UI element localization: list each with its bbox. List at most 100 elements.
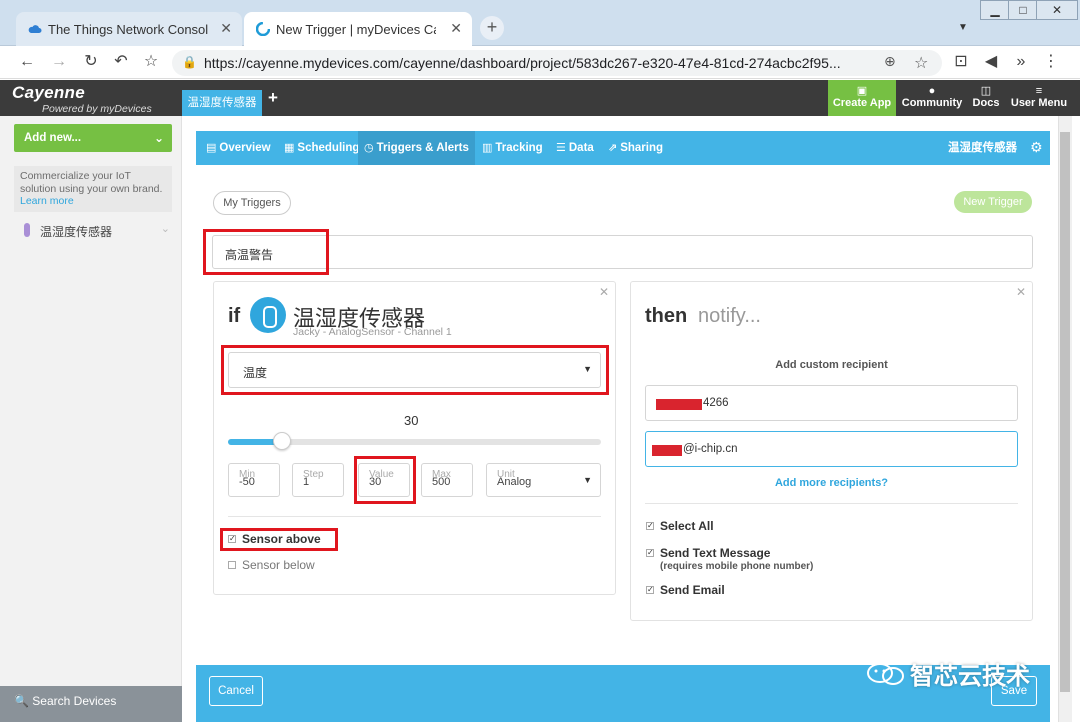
recipient-email-input[interactable]: @i-chip.cn bbox=[645, 431, 1018, 467]
zoom-icon[interactable]: ⊕ bbox=[884, 53, 896, 70]
tab-search-icon[interactable]: ▼ bbox=[958, 22, 968, 33]
tab-overview[interactable]: ▤ Overview bbox=[200, 131, 277, 165]
star-icon[interactable]: ☆ bbox=[914, 53, 928, 73]
reload-icon[interactable]: ↻ bbox=[80, 52, 102, 74]
cloud-icon bbox=[28, 25, 42, 33]
tab-scheduling[interactable]: ▦ Scheduling bbox=[278, 131, 365, 165]
maximize-button[interactable]: □ bbox=[1008, 0, 1038, 20]
select-all-label: Select All bbox=[660, 519, 714, 533]
logo-subtitle: Powered by myDevices bbox=[42, 103, 152, 115]
min-field[interactable]: Min -50 bbox=[228, 463, 280, 497]
slider-handle[interactable] bbox=[273, 432, 291, 450]
add-more-recipients-link[interactable]: Add more recipients? bbox=[645, 477, 1018, 489]
trigger-name-input[interactable]: 高温警告 bbox=[212, 235, 1033, 269]
calendar-icon: ▦ bbox=[284, 142, 295, 154]
lock-icon: 🔒 bbox=[182, 55, 197, 69]
scrollbar-thumb[interactable] bbox=[1060, 132, 1070, 692]
minimize-button[interactable]: ▁ bbox=[980, 0, 1010, 20]
gear-icon[interactable]: ⚙ bbox=[1030, 139, 1043, 156]
url-text: https://cayenne.mydevices.com/cayenne/da… bbox=[204, 55, 841, 71]
cayenne-logo[interactable]: Cayenne Powered by myDevices bbox=[12, 83, 152, 115]
tab-label: Data bbox=[568, 142, 594, 154]
tab-data[interactable]: ☰ Data bbox=[550, 131, 600, 165]
recipient-phone-input[interactable]: 4266 bbox=[645, 385, 1018, 421]
bookmark-star-icon[interactable]: ☆ bbox=[140, 52, 162, 74]
crop-extension-icon[interactable]: ⊡ bbox=[950, 52, 972, 74]
logo-title: Cayenne bbox=[12, 83, 85, 102]
new-tab-button[interactable]: + bbox=[480, 16, 504, 40]
recipient-email-suffix: @i-chip.cn bbox=[683, 443, 738, 455]
undo-icon[interactable]: ↶ bbox=[110, 52, 132, 74]
nav-project-name: 温湿度传感器 bbox=[948, 142, 1017, 154]
add-custom-recipient-label: Add custom recipient bbox=[775, 359, 888, 371]
close-icon[interactable]: ✕ bbox=[450, 20, 462, 37]
browser-tab-new-trigger[interactable]: New Trigger | myDevices Cayenne ✕ bbox=[244, 12, 472, 46]
database-icon: ☰ bbox=[556, 142, 566, 154]
select-all-checkbox[interactable]: ✓ bbox=[646, 522, 654, 530]
project-tab[interactable]: 温湿度传感器 bbox=[182, 90, 262, 116]
chat-icon: ● bbox=[928, 85, 936, 97]
my-triggers-button[interactable]: My Triggers bbox=[213, 191, 291, 215]
search-devices-label: Search Devices bbox=[32, 694, 117, 708]
search-devices[interactable]: 🔍 Search Devices bbox=[0, 686, 182, 722]
if-label: if bbox=[228, 305, 241, 327]
add-project-icon[interactable]: + bbox=[268, 88, 278, 108]
step-field[interactable]: Step 1 bbox=[292, 463, 344, 497]
highlight-box bbox=[220, 528, 338, 551]
search-icon: 🔍 bbox=[14, 694, 29, 708]
device-subtitle: Jacky - AnalogSensor - Channel 1 bbox=[293, 326, 452, 338]
highlight-box bbox=[354, 456, 416, 504]
community-button[interactable]: ● Community bbox=[900, 80, 964, 116]
docs-label: Docs bbox=[972, 97, 1000, 109]
tab-label: Sharing bbox=[620, 142, 664, 154]
tab-sharing[interactable]: ⇗ Sharing bbox=[602, 131, 669, 165]
send-email-label: Send Email bbox=[660, 583, 725, 597]
close-icon[interactable]: ✕ bbox=[1016, 285, 1026, 299]
sensor-below-radio[interactable] bbox=[228, 561, 236, 569]
max-field[interactable]: Max 500 bbox=[421, 463, 473, 497]
tab-label: Overview bbox=[219, 142, 271, 154]
window-close-button[interactable]: ✕ bbox=[1036, 0, 1078, 20]
unit-select[interactable]: Unit Analog ▼ bbox=[486, 463, 601, 497]
send-text-label: Send Text Message bbox=[660, 546, 771, 560]
back-icon[interactable]: ← bbox=[16, 52, 38, 74]
highlight-box bbox=[221, 345, 609, 395]
sidebar-item-device[interactable]: 温湿度传感器 ⌄ bbox=[22, 222, 172, 240]
device-name: 温湿度传感器 bbox=[40, 225, 113, 239]
close-icon[interactable]: ✕ bbox=[220, 20, 232, 37]
browser-tab-ttn[interactable]: The Things Network Console ✕ bbox=[16, 12, 242, 46]
promo-box: Commercialize your IoT solution using yo… bbox=[14, 166, 172, 212]
chevron-down-icon[interactable]: ⌄ bbox=[161, 222, 170, 235]
learn-more-link[interactable]: Learn more bbox=[20, 195, 74, 207]
docs-icon: ◫ bbox=[980, 85, 992, 97]
thermometer-icon bbox=[24, 223, 30, 237]
docs-button[interactable]: ◫ Docs bbox=[968, 80, 1004, 116]
clock-icon: ◷ bbox=[364, 142, 374, 154]
tab-triggers-alerts[interactable]: ◷ Triggers & Alerts bbox=[358, 131, 475, 165]
redaction-mark bbox=[652, 445, 682, 456]
close-icon[interactable]: ✕ bbox=[599, 285, 609, 299]
cancel-button[interactable]: Cancel bbox=[209, 676, 263, 706]
new-trigger-button[interactable]: New Trigger bbox=[954, 191, 1032, 213]
community-label: Community bbox=[901, 97, 963, 109]
min-value: -50 bbox=[239, 476, 255, 488]
step-value: 1 bbox=[303, 476, 310, 488]
address-bar[interactable]: 🔒 https://cayenne.mydevices.com/cayenne/… bbox=[172, 50, 942, 76]
speaker-icon[interactable]: ◀ bbox=[980, 52, 1002, 74]
send-text-checkbox[interactable]: ✓ bbox=[646, 549, 654, 557]
forward-icon[interactable]: → bbox=[48, 52, 70, 74]
tab-title: The Things Network Console bbox=[48, 21, 208, 37]
add-new-button[interactable]: Add new... ⌄ bbox=[14, 124, 172, 152]
wechat-logo-icon bbox=[867, 663, 904, 685]
create-app-button[interactable]: ▣ Create App bbox=[828, 80, 896, 116]
tab-tracking[interactable]: ▥ Tracking bbox=[476, 131, 549, 165]
tab-title: New Trigger | myDevices Cayenne bbox=[276, 21, 436, 37]
kebab-menu-icon[interactable]: ⋮ bbox=[1040, 52, 1062, 74]
user-menu-button[interactable]: ≡ User Menu bbox=[1008, 80, 1070, 116]
send-email-checkbox[interactable]: ✓ bbox=[646, 586, 654, 594]
overview-icon: ▤ bbox=[206, 142, 217, 154]
highlight-box bbox=[203, 229, 329, 275]
user-menu-label: User Menu bbox=[1010, 97, 1068, 109]
notify-label: notify... bbox=[698, 305, 761, 327]
extensions-chevron-icon[interactable]: » bbox=[1010, 52, 1032, 74]
